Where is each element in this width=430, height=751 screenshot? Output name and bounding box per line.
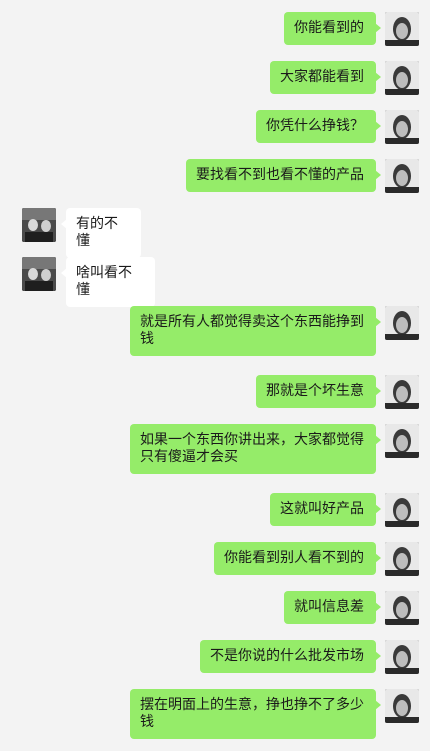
my-avatar[interactable]	[385, 493, 419, 527]
contact-avatar[interactable]	[22, 208, 56, 242]
my-avatar[interactable]	[385, 640, 419, 674]
message-bubble-sent[interactable]: 不是你说的什么批发市场	[200, 640, 381, 673]
message-bubble-received[interactable]: 有的不懂	[61, 208, 141, 258]
message-bubble-sent[interactable]: 就是所有人都觉得卖这个东西能挣到钱	[130, 306, 381, 356]
message-row: 就叫信息差	[0, 591, 430, 625]
message-row: 你能看到的	[0, 12, 430, 46]
message-row: 那就是个坏生意	[0, 375, 430, 409]
message-bubble-sent[interactable]: 那就是个坏生意	[256, 375, 381, 408]
message-row: 你能看到别人看不到的	[0, 542, 430, 576]
chat-message-list[interactable]: 你能看到的 大家都能看到 你凭什么挣钱？ 要找看不到也看不懂的产品 有的不懂 啥…	[0, 0, 430, 751]
my-avatar[interactable]	[385, 12, 419, 46]
my-avatar[interactable]	[385, 689, 419, 723]
message-bubble-sent[interactable]: 大家都能看到	[270, 61, 381, 94]
my-avatar[interactable]	[385, 159, 419, 193]
message-row: 你凭什么挣钱？	[0, 110, 430, 144]
message-bubble-sent[interactable]: 就叫信息差	[284, 591, 381, 624]
my-avatar[interactable]	[385, 375, 419, 409]
message-row: 这就叫好产品	[0, 493, 430, 527]
message-row: 就是所有人都觉得卖这个东西能挣到钱	[0, 306, 430, 358]
message-row: 摆在明面上的生意，挣也挣不了多少钱	[0, 689, 430, 741]
my-avatar[interactable]	[385, 306, 419, 340]
message-bubble-sent[interactable]: 摆在明面上的生意，挣也挣不了多少钱	[130, 689, 381, 739]
message-row: 啥叫看不懂	[0, 257, 430, 307]
message-bubble-received[interactable]: 啥叫看不懂	[61, 257, 155, 307]
message-bubble-sent[interactable]: 你能看到的	[284, 12, 381, 45]
message-row: 要找看不到也看不懂的产品	[0, 159, 430, 193]
message-bubble-sent[interactable]: 这就叫好产品	[270, 493, 381, 526]
message-row: 有的不懂	[0, 208, 430, 258]
message-bubble-sent[interactable]: 要找看不到也看不懂的产品	[186, 159, 381, 192]
my-avatar[interactable]	[385, 110, 419, 144]
message-row: 如果一个东西你讲出来，大家都觉得只有傻逼才会买	[0, 424, 430, 476]
my-avatar[interactable]	[385, 61, 419, 95]
my-avatar[interactable]	[385, 591, 419, 625]
message-row: 大家都能看到	[0, 61, 430, 95]
message-bubble-sent[interactable]: 如果一个东西你讲出来，大家都觉得只有傻逼才会买	[130, 424, 381, 474]
message-row: 不是你说的什么批发市场	[0, 640, 430, 674]
message-bubble-sent[interactable]: 你凭什么挣钱？	[256, 110, 381, 143]
my-avatar[interactable]	[385, 424, 419, 458]
contact-avatar[interactable]	[22, 257, 56, 291]
my-avatar[interactable]	[385, 542, 419, 576]
message-bubble-sent[interactable]: 你能看到别人看不到的	[214, 542, 381, 575]
